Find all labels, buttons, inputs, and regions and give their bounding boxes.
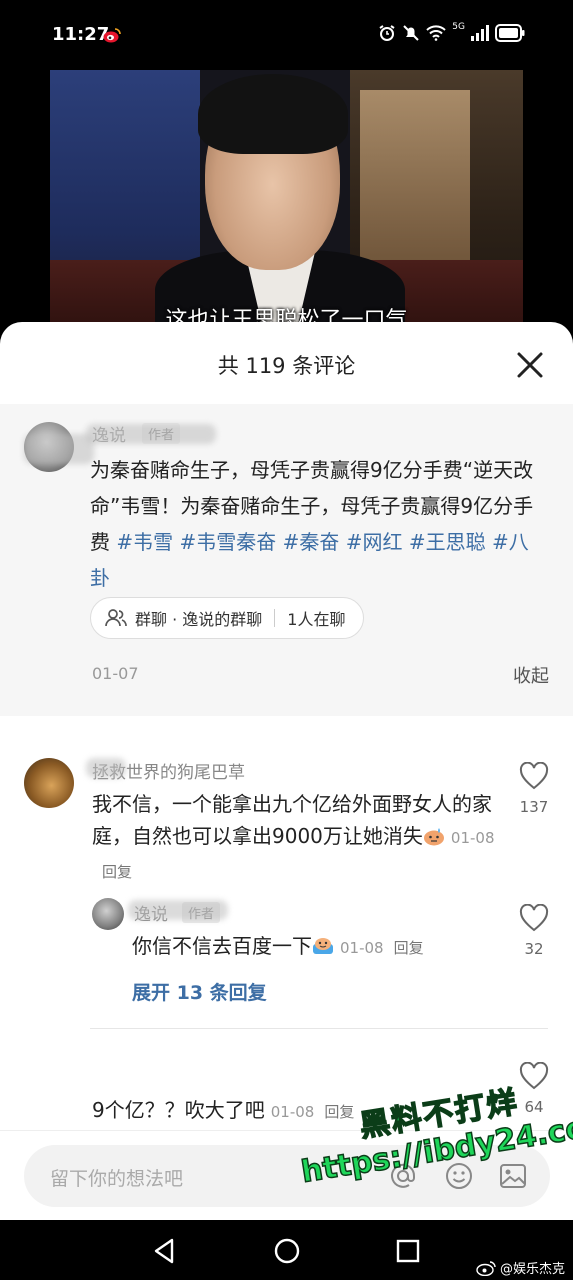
home-circle-icon[interactable] — [272, 1236, 302, 1266]
reply-date: 01-08 — [340, 939, 384, 957]
credit-text: @娱乐杰克 — [499, 1262, 565, 1277]
pinned-date: 01-07 — [92, 664, 139, 683]
system-nav-bar: @娱乐杰克 — [0, 1220, 573, 1280]
laughing-emoji-icon — [313, 938, 333, 954]
status-icons: 5G — [378, 22, 525, 42]
blur-smudge — [24, 434, 94, 464]
hashtag-link[interactable]: #秦奋 — [283, 530, 340, 554]
alarm-icon — [379, 25, 395, 41]
video-player[interactable]: 这也让王思聪松了一口气 — [50, 70, 523, 340]
reply-button[interactable]: 回复 — [102, 863, 132, 881]
weibo-icon — [103, 28, 121, 43]
commenter-avatar[interactable] — [24, 758, 74, 808]
reply-author-avatar[interactable] — [92, 898, 124, 930]
network-label: 5G — [452, 22, 465, 32]
reply-button[interactable]: 回复 — [394, 939, 424, 957]
like-count: 137 — [519, 798, 549, 816]
hashtag-link[interactable]: #王思聪 — [409, 530, 486, 554]
heart-icon — [519, 761, 549, 790]
person-hair — [198, 74, 348, 154]
video-window — [360, 90, 470, 260]
chip-divider — [274, 609, 276, 627]
comment-count-title: 共 119 条评论 — [217, 354, 356, 378]
heart-icon — [519, 903, 549, 932]
signal-icon — [471, 25, 489, 41]
status-bar: 11:27 5G — [0, 0, 573, 70]
group-chip-count: 1人在聊 — [287, 610, 346, 629]
collapse-button[interactable]: 收起 — [513, 662, 549, 688]
hashtag-link[interactable]: #韦雪秦奋 — [179, 530, 276, 554]
sweat-emoji-icon — [423, 828, 444, 846]
blur-smudge — [128, 900, 228, 920]
weibo-logo-icon — [476, 1260, 496, 1276]
divider — [90, 1028, 548, 1029]
battery-icon — [495, 24, 525, 42]
hashtag-link[interactable]: #韦雪 — [116, 530, 173, 554]
hashtag-link[interactable]: #网红 — [346, 530, 403, 554]
like-button[interactable]: 32 — [514, 903, 554, 958]
comment-text: 9个亿？？吹大了吧 — [92, 1098, 265, 1122]
back-triangle-icon[interactable] — [150, 1236, 180, 1266]
reply-body: 你信不信去百度一下 01-08 回复 — [132, 930, 502, 964]
pinned-post: 逸说 作者 为秦奋赌命生子，母凭子贵赢得9亿分手费“逆天改命”韦雪！为秦奋赌命生… — [0, 404, 573, 716]
like-count: 32 — [524, 940, 544, 958]
mute-bell-icon — [403, 25, 420, 41]
pinned-post-text: 为秦奋赌命生子，母凭子贵赢得9亿分手费“逆天改命”韦雪！为秦奋赌命生子，母凭子贵… — [90, 452, 548, 596]
blur-smudge — [86, 758, 126, 778]
input-placeholder: 留下你的想法吧 — [50, 1168, 184, 1190]
close-icon[interactable] — [515, 350, 545, 380]
recents-square-icon[interactable] — [393, 1236, 423, 1266]
credit-watermark: @娱乐杰克 — [476, 1258, 565, 1277]
group-users-icon — [105, 609, 127, 627]
group-chat-chip[interactable]: 群聊 · 逸说的群聊 1人在聊 — [90, 597, 365, 639]
comment-date: 01-08 — [450, 829, 495, 847]
like-button[interactable]: 137 — [514, 761, 554, 816]
status-time: 11:27 — [52, 24, 110, 45]
comment-body: 我不信，一个能拿出九个亿给外面野女人的家庭，自然也可以拿出9000万让她消失 01… — [92, 788, 502, 888]
image-icon[interactable] — [498, 1161, 528, 1191]
reply-text: 你信不信去百度一下 — [132, 934, 312, 958]
wifi-icon — [426, 25, 446, 41]
group-chip-label: 群聊 · 逸说的群聊 — [135, 610, 263, 629]
blur-smudge — [86, 424, 216, 444]
expand-replies-link[interactable]: 展开 13 条回复 — [132, 978, 267, 1005]
sheet-header: 共 119 条评论 — [0, 322, 573, 404]
